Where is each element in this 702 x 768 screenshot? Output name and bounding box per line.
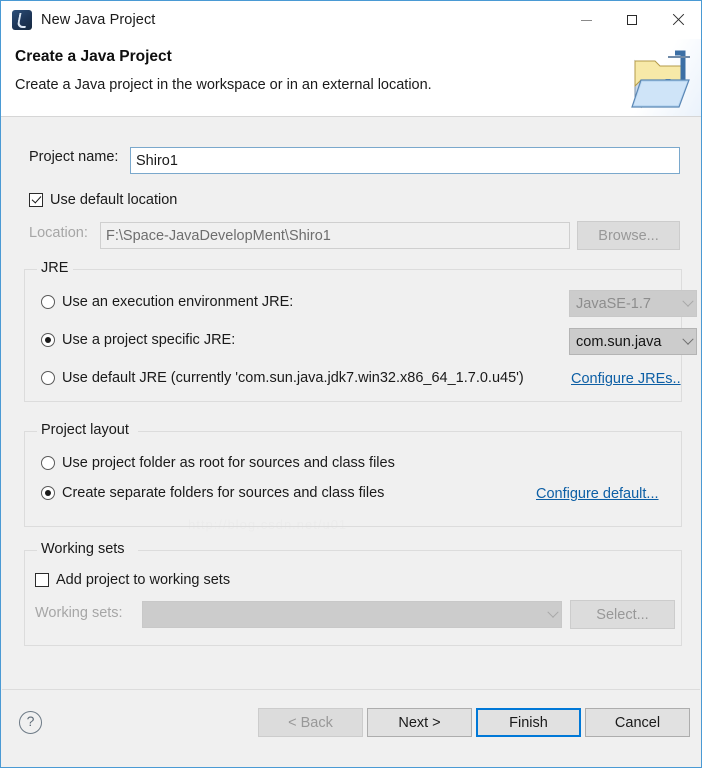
wizard-banner: Create a Java Project Create a Java proj… xyxy=(1,39,701,117)
jre-group-label: JRE xyxy=(37,260,73,276)
browse-button[interactable]: Browse... xyxy=(577,221,680,250)
radio-separate-folders-label: Create separate folders for sources and … xyxy=(62,485,385,501)
project-name-label: Project name: xyxy=(29,149,119,165)
group-rule-left xyxy=(25,431,37,432)
radio-project-folder-root[interactable]: Use project folder as root for sources a… xyxy=(41,455,395,471)
group-rule-left xyxy=(25,550,37,551)
use-default-location-checkbox[interactable]: Use default location xyxy=(29,192,177,208)
checkbox-icon xyxy=(35,573,49,587)
radio-execution-environment-jre[interactable]: Use an execution environment JRE: xyxy=(41,294,293,310)
radio-execution-environment-jre-label: Use an execution environment JRE: xyxy=(62,294,294,310)
group-rule-right xyxy=(138,550,681,551)
radio-project-folder-root-label: Use project folder as root for sources a… xyxy=(62,455,395,471)
group-rule-left xyxy=(25,269,37,270)
java-project-folder-icon xyxy=(621,39,701,116)
footer-button-group: < Back Next > Finish Cancel xyxy=(258,708,690,737)
use-default-location-label: Use default location xyxy=(50,192,178,208)
execution-environment-combo-value: JavaSE-1.7 xyxy=(576,295,651,312)
radio-icon xyxy=(41,456,55,470)
chevron-down-icon xyxy=(544,606,561,623)
group-rule-right xyxy=(138,431,681,432)
chevron-down-icon xyxy=(679,295,696,312)
maximize-icon xyxy=(627,15,637,25)
dialog-footer: ? < Back Next > Finish Cancel xyxy=(2,689,700,766)
project-layout-group-label: Project layout xyxy=(37,422,133,438)
title-bar: New Java Project xyxy=(1,1,701,39)
finish-button[interactable]: Finish xyxy=(476,708,581,737)
window-title: New Java Project xyxy=(41,12,156,28)
group-rule-right xyxy=(73,269,681,270)
new-java-project-dialog: New Java Project Create a Java Project C… xyxy=(0,0,702,768)
radio-default-jre-label: Use default JRE (currently 'com.sun.java… xyxy=(62,370,524,386)
execution-environment-combo[interactable]: JavaSE-1.7 xyxy=(569,290,697,317)
working-sets-combo[interactable] xyxy=(142,601,562,628)
help-icon[interactable]: ? xyxy=(19,711,42,734)
working-sets-group: Working sets Add project to working sets… xyxy=(24,541,682,646)
working-sets-row: Working sets: xyxy=(35,605,123,621)
radio-icon xyxy=(41,371,55,385)
working-sets-group-label: Working sets xyxy=(37,541,129,557)
project-specific-jre-combo[interactable]: com.sun.java xyxy=(569,328,697,355)
project-specific-jre-combo-value: com.sun.java xyxy=(576,333,662,350)
radio-project-specific-jre-label: Use a project specific JRE: xyxy=(62,332,236,348)
next-button[interactable]: Next > xyxy=(367,708,472,737)
radio-icon xyxy=(41,333,55,347)
location-input[interactable] xyxy=(100,222,570,249)
jre-group: JRE Use an execution environment JRE: Ja… xyxy=(24,260,697,402)
configure-jres-link[interactable]: Configure JREs.. xyxy=(571,371,681,387)
location-label: Location: xyxy=(29,225,88,241)
select-working-sets-button[interactable]: Select... xyxy=(570,600,675,629)
configure-default-link[interactable]: Configure default... xyxy=(536,486,659,502)
close-icon xyxy=(672,14,684,26)
dialog-body: http://blog.csdn.net/u01 Project name: U… xyxy=(2,117,700,690)
radio-icon xyxy=(41,295,55,309)
radio-icon xyxy=(41,486,55,500)
project-name-row: Project name: xyxy=(29,149,118,165)
add-project-to-working-sets-label: Add project to working sets xyxy=(56,572,231,588)
java-project-icon xyxy=(12,10,32,30)
close-button[interactable] xyxy=(655,1,701,39)
cancel-button[interactable]: Cancel xyxy=(585,708,690,737)
back-button[interactable]: < Back xyxy=(258,708,363,737)
window-controls xyxy=(563,1,701,39)
minimize-icon xyxy=(580,19,592,21)
minimize-button[interactable] xyxy=(563,1,609,39)
working-sets-label: Working sets: xyxy=(35,605,123,621)
page-subtitle: Create a Java project in the workspace o… xyxy=(15,77,432,93)
project-layout-group: Project layout Use project folder as roo… xyxy=(24,422,682,527)
radio-default-jre[interactable]: Use default JRE (currently 'com.sun.java… xyxy=(41,370,524,386)
project-name-input[interactable] xyxy=(130,147,680,174)
radio-project-specific-jre[interactable]: Use a project specific JRE: xyxy=(41,332,235,348)
radio-separate-folders[interactable]: Create separate folders for sources and … xyxy=(41,485,384,501)
chevron-down-icon xyxy=(679,333,696,350)
add-project-to-working-sets-checkbox[interactable]: Add project to working sets xyxy=(35,572,230,588)
page-title: Create a Java Project xyxy=(15,48,172,65)
location-row: Location: xyxy=(29,225,88,241)
maximize-button[interactable] xyxy=(609,1,655,39)
checkbox-icon xyxy=(29,193,43,207)
